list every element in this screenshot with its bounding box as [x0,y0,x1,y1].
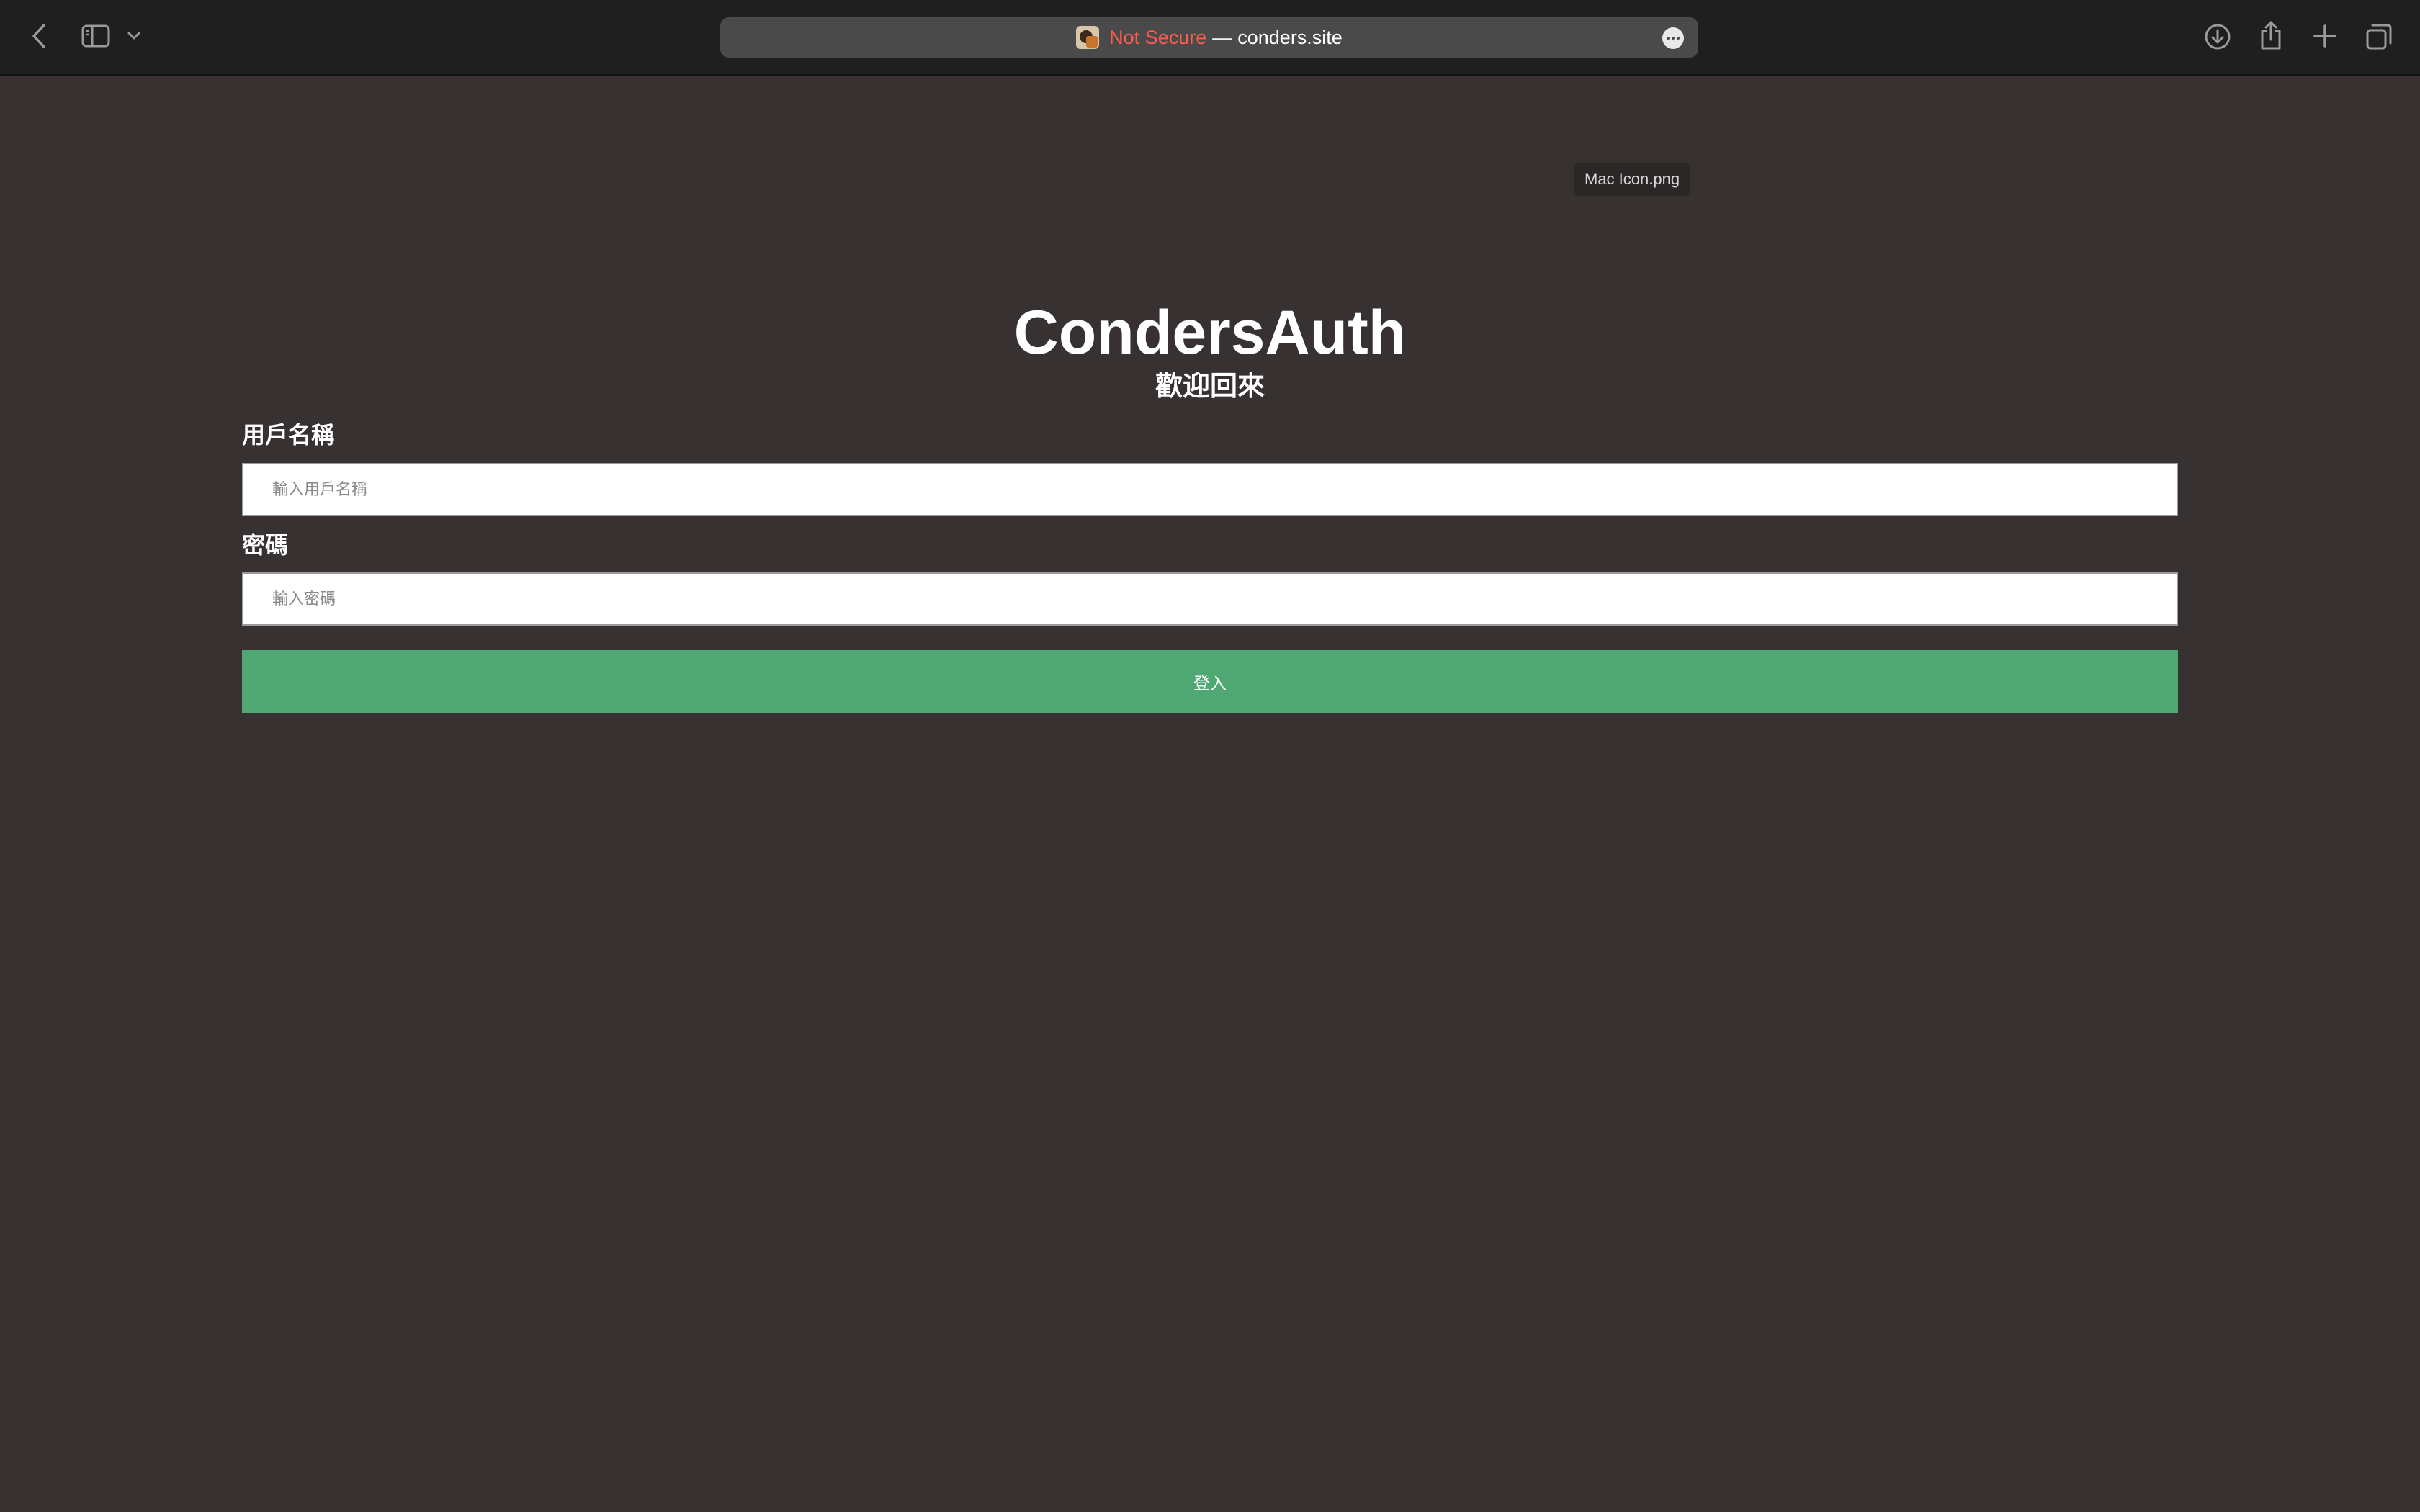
site-favicon-icon [1076,26,1100,49]
chevron-down-icon [127,32,140,40]
more-options-icon[interactable] [1662,27,1684,49]
page-subtitle: 歡迎回來 [1155,372,1265,402]
address-bar[interactable]: Not Secure — conders.site [720,17,1698,58]
image-tooltip: Mac Icon.png [1574,163,1690,196]
username-label: 用戶名稱 [242,422,335,448]
new-tab-button[interactable] [2311,22,2339,50]
back-button[interactable] [26,22,52,50]
sidebar-toggle-button[interactable] [79,23,112,49]
page-title: CondersAuth [1013,298,1407,367]
password-label: 密碼 [242,532,289,558]
sidebar-icon [81,24,110,48]
username-input[interactable] [242,463,2178,516]
downloads-button[interactable] [2202,22,2233,52]
browser-toolbar: Not Secure — conders.site [0,0,2420,76]
password-input[interactable] [242,572,2178,626]
tab-overview-button[interactable] [2364,22,2394,52]
back-arrow-icon [32,24,45,48]
address-domain: conders.site [1237,26,1343,48]
tabs-overview-icon [2366,24,2392,50]
share-button[interactable] [2257,19,2285,52]
share-icon [2261,21,2281,50]
address-separator: — [1212,26,1232,48]
sidebar-menu-button[interactable] [124,27,144,45]
security-warning: Not Secure [1109,26,1207,48]
login-button[interactable]: 登入 [242,650,2178,713]
address-text: Not Secure — conders.site [1076,26,1343,49]
download-icon [2205,24,2231,50]
plus-icon [2313,24,2336,48]
